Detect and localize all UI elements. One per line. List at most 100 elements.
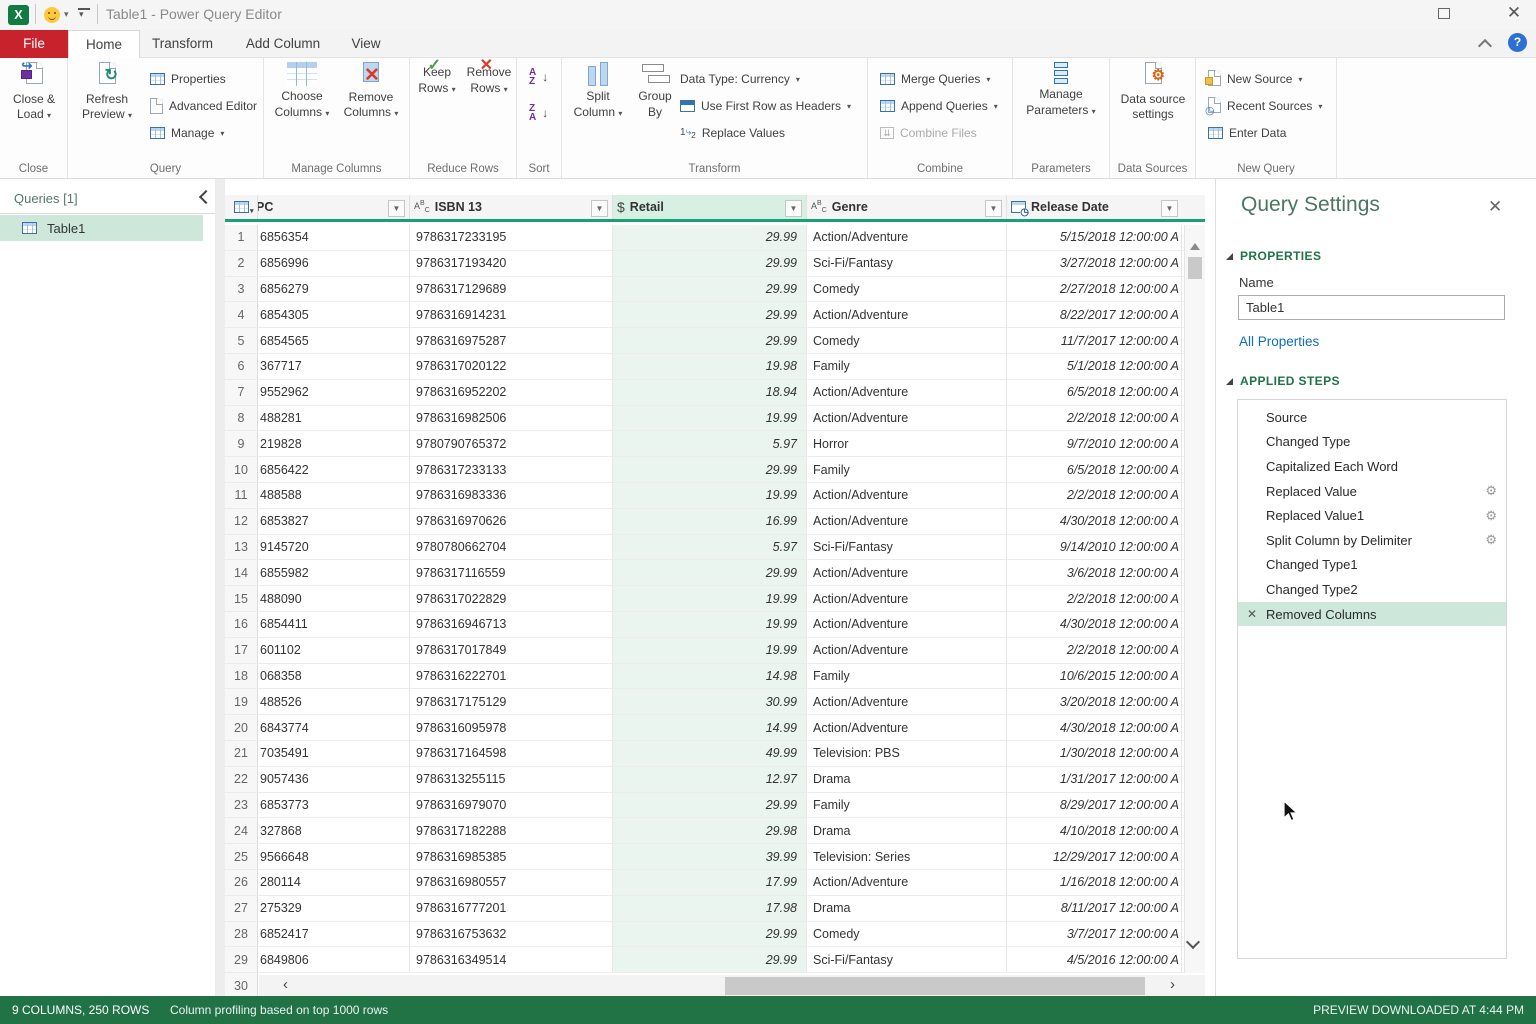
cell-genre[interactable]: Sci-Fi/Fantasy: [807, 251, 1007, 276]
table-row[interactable]: 286852417978631675363229.99Comedy3/7/201…: [225, 922, 1205, 948]
table-row[interactable]: 26280114978631698055717.99Action/Adventu…: [225, 870, 1205, 896]
cell-upc[interactable]: 6852417: [258, 922, 410, 947]
scroll-down-icon[interactable]: [1186, 935, 1200, 949]
cell-upc[interactable]: 6853827: [258, 509, 410, 534]
cell-retail[interactable]: 29.98: [613, 818, 807, 843]
recent-sources-button[interactable]: ◷ Recent Sources ▾: [1208, 95, 1322, 117]
row-number[interactable]: 28: [225, 922, 258, 947]
properties-button[interactable]: Properties: [150, 68, 226, 90]
table-row[interactable]: 36856279978631712968929.99Comedy2/27/201…: [225, 277, 1205, 303]
cell-genre[interactable]: Action/Adventure: [807, 302, 1007, 327]
table-row[interactable]: 296849806978631634951429.99Sci-Fi/Fantas…: [225, 947, 1205, 973]
table-row[interactable]: 229057436978631325511512.97Drama1/31/201…: [225, 767, 1205, 793]
cell-retail[interactable]: 18.94: [613, 380, 807, 405]
cell-retail[interactable]: 29.99: [613, 457, 807, 482]
cell-upc[interactable]: 6843774: [258, 715, 410, 740]
manage-button[interactable]: Manage ▾: [150, 122, 224, 144]
row-number[interactable]: 19: [225, 689, 258, 714]
row-number[interactable]: 24: [225, 818, 258, 843]
cell-genre[interactable]: Comedy: [807, 922, 1007, 947]
close-and-load-button[interactable]: ↪ Close & Load ▾: [4, 62, 64, 123]
row-number[interactable]: 25: [225, 844, 258, 869]
cell-isbn13[interactable]: 9786316914231: [410, 302, 613, 327]
applied-step[interactable]: Capitalized Each Word: [1238, 454, 1506, 479]
query-list-item-table1[interactable]: Table1: [0, 215, 203, 241]
cell-release-date[interactable]: 3/27/2018 12:00:00 A: [1007, 251, 1182, 276]
table-row[interactable]: 46854305978631691423129.99Action/Adventu…: [225, 302, 1205, 328]
cell-retail[interactable]: 29.99: [613, 328, 807, 353]
tab-home[interactable]: Home: [68, 30, 140, 58]
cell-isbn13[interactable]: 9786316982506: [410, 406, 613, 431]
cell-release-date[interactable]: 5/15/2018 12:00:00 A: [1007, 225, 1182, 250]
tab-file[interactable]: File: [0, 30, 68, 58]
column-header-genre[interactable]: ABC Genre ▼: [807, 195, 1007, 219]
column-header-release-date[interactable]: Release Date ▼: [1007, 195, 1182, 219]
choose-columns-button[interactable]: Choose Columns ▾: [270, 62, 334, 120]
cell-genre[interactable]: Action/Adventure: [807, 612, 1007, 637]
collapse-ribbon-icon[interactable]: [1478, 36, 1492, 50]
cell-retail[interactable]: 29.99: [613, 277, 807, 302]
row-number[interactable]: 14: [225, 560, 258, 585]
cell-upc[interactable]: 219828: [258, 431, 410, 456]
cell-upc[interactable]: 9057436: [258, 767, 410, 792]
cell-release-date[interactable]: 10/6/2015 12:00:00 A: [1007, 664, 1182, 689]
cell-isbn13[interactable]: 9786317193420: [410, 251, 613, 276]
cell-retail[interactable]: 12.97: [613, 767, 807, 792]
cell-upc[interactable]: 6853773: [258, 793, 410, 818]
filter-dropdown-icon[interactable]: ▼: [1161, 200, 1178, 217]
applied-step[interactable]: Changed Type: [1238, 430, 1506, 455]
cell-release-date[interactable]: 4/10/2018 12:00:00 A: [1007, 818, 1182, 843]
cell-retail[interactable]: 29.99: [613, 947, 807, 972]
cell-isbn13[interactable]: 9786316980557: [410, 870, 613, 895]
cell-release-date[interactable]: 3/6/2018 12:00:00 A: [1007, 560, 1182, 585]
all-properties-link[interactable]: All Properties: [1239, 334, 1319, 349]
applied-step[interactable]: Replaced Value1⚙: [1238, 503, 1506, 528]
table-row[interactable]: 16856354978631723319529.99Action/Adventu…: [225, 225, 1205, 251]
cell-retail[interactable]: 29.99: [613, 922, 807, 947]
cell-isbn13[interactable]: 9786317233195: [410, 225, 613, 250]
query-name-input[interactable]: [1238, 295, 1505, 320]
horizontal-scrollbar[interactable]: ‹ ›: [259, 975, 1205, 998]
cell-isbn13[interactable]: 9786317129689: [410, 277, 613, 302]
cell-isbn13[interactable]: 9786316952202: [410, 380, 613, 405]
cell-release-date[interactable]: 1/31/2017 12:00:00 A: [1007, 767, 1182, 792]
table-row[interactable]: 236853773978631697907029.99Family8/29/20…: [225, 793, 1205, 819]
cell-retail[interactable]: 39.99: [613, 844, 807, 869]
column-header-upc[interactable]: PC ▼: [258, 195, 410, 219]
cell-release-date[interactable]: 5/1/2018 12:00:00 A: [1007, 354, 1182, 379]
applied-step[interactable]: Changed Type1: [1238, 553, 1506, 578]
scroll-right-icon[interactable]: ›: [1170, 976, 1175, 993]
row-number[interactable]: 16: [225, 612, 258, 637]
cell-release-date[interactable]: 3/7/2017 12:00:00 A: [1007, 922, 1182, 947]
row-number[interactable]: 1: [225, 225, 258, 250]
cell-release-date[interactable]: 6/5/2018 12:00:00 A: [1007, 457, 1182, 482]
cell-genre[interactable]: Drama: [807, 818, 1007, 843]
table-row[interactable]: 8488281978631698250619.99Action/Adventur…: [225, 406, 1205, 432]
row-number[interactable]: 7: [225, 380, 258, 405]
cell-retail[interactable]: 5.97: [613, 535, 807, 560]
cell-release-date[interactable]: 4/30/2018 12:00:00 A: [1007, 715, 1182, 740]
cell-retail[interactable]: 29.99: [613, 793, 807, 818]
excel-app-icon[interactable]: X: [8, 5, 29, 25]
applied-steps-section-header[interactable]: APPLIED STEPS: [1226, 374, 1340, 388]
cell-release-date[interactable]: 2/2/2018 12:00:00 A: [1007, 586, 1182, 611]
table-row[interactable]: 15488090978631702282919.99Action/Adventu…: [225, 586, 1205, 612]
cell-genre[interactable]: Family: [807, 457, 1007, 482]
tab-transform[interactable]: Transform: [145, 30, 220, 58]
cell-release-date[interactable]: 4/30/2018 12:00:00 A: [1007, 509, 1182, 534]
row-number[interactable]: 2: [225, 251, 258, 276]
row-number[interactable]: 27: [225, 896, 258, 921]
cell-isbn13[interactable]: 9786317175129: [410, 689, 613, 714]
cell-isbn13[interactable]: 9786316777201: [410, 896, 613, 921]
cell-upc[interactable]: 9566648: [258, 844, 410, 869]
close-pane-icon[interactable]: ✕: [1488, 197, 1502, 217]
cell-retail[interactable]: 17.98: [613, 896, 807, 921]
cell-retail[interactable]: 5.97: [613, 431, 807, 456]
row-number[interactable]: 22: [225, 767, 258, 792]
cell-genre[interactable]: Action/Adventure: [807, 638, 1007, 663]
scroll-left-icon[interactable]: ‹: [283, 976, 288, 993]
cell-upc[interactable]: 068358: [258, 664, 410, 689]
cell-upc[interactable]: 6854411: [258, 612, 410, 637]
smiley-feedback-icon[interactable]: [44, 7, 60, 23]
merge-queries-button[interactable]: Merge Queries ▾: [880, 68, 990, 90]
